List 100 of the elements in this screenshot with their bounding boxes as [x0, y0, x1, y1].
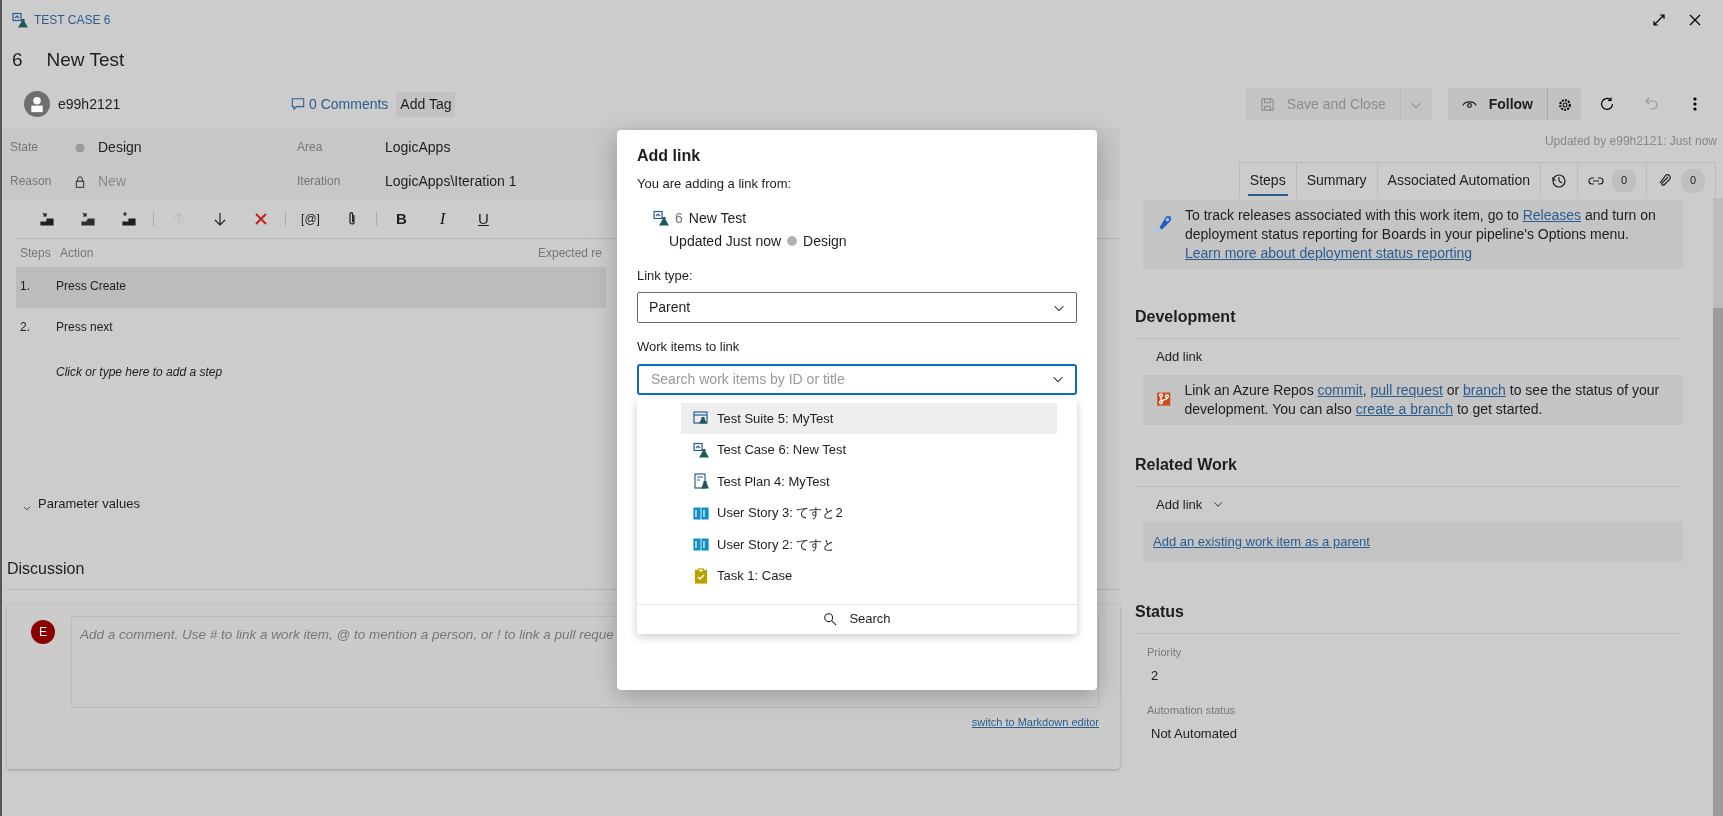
attachment-icon	[1657, 172, 1673, 189]
test-suite-icon	[693, 410, 709, 427]
column-header: Expected re	[538, 245, 603, 262]
tab[interactable]: 0	[1578, 162, 1647, 198]
follow-button[interactable]: Follow	[1447, 88, 1547, 120]
work-item-id: 6	[675, 208, 683, 228]
banner-text: To track releases associated with this work item, go to Releases and turn on deployment status reporting for Boards in your pipeline's Options menu.	[1185, 206, 1657, 244]
search-result-item[interactable]: Test Suite 5: MyTest	[681, 402, 1057, 434]
field-value[interactable]: Design	[98, 136, 297, 158]
add-link-button[interactable]: Add link	[1135, 339, 1203, 375]
tab[interactable]: Steps	[1238, 162, 1297, 198]
add-parent-link[interactable]: Add an existing work item as a parent	[1153, 534, 1370, 549]
insert-shared-steps-icon	[79, 211, 96, 227]
refresh-icon	[1599, 96, 1615, 112]
banner-text: Link an Azure Repos commit, pull request or branch to see the status of your development. You can also create a branch to get started.	[1184, 380, 1661, 419]
search-result-item[interactable]: Test Plan 4: MyTest	[681, 465, 1057, 497]
book-icon	[693, 536, 709, 553]
scrollbar-thumb[interactable]	[1713, 308, 1723, 816]
count-badge: 0	[1612, 168, 1636, 193]
inline-link[interactable]: create a branch	[1355, 400, 1453, 417]
tab[interactable]: Associated Automation	[1377, 162, 1541, 198]
avatar-icon	[24, 91, 50, 117]
learn-more-link[interactable]: Learn more about deployment status reporting	[1185, 245, 1473, 261]
book-icon	[693, 504, 709, 521]
step-row[interactable]: 1. Press Create	[16, 267, 606, 308]
link-type-dropdown[interactable]: Parent	[637, 292, 1077, 323]
section-title: Related Work	[1135, 442, 1683, 487]
toolbar-button[interactable]: U	[463, 205, 504, 233]
comments-link[interactable]: 0 Comments	[309, 93, 389, 115]
updated-text: Updated Just now	[669, 231, 782, 251]
test-plan-icon	[693, 473, 709, 490]
tab[interactable]: Summary	[1296, 162, 1378, 198]
field-label: Link type:	[637, 266, 694, 285]
add-tag-button[interactable]: Add Tag	[396, 91, 456, 117]
test-case-icon	[12, 12, 28, 28]
work-item-combobox[interactable]: Search work items by ID or title	[637, 363, 1077, 395]
field-label: Iteration	[297, 173, 342, 190]
close-icon	[1687, 12, 1703, 28]
test-case-icon	[653, 210, 669, 226]
search-result-item[interactable]: Test Case 6: New Test	[681, 434, 1057, 466]
field-label: Reason	[10, 173, 53, 190]
step-row[interactable]: 2. Press next	[16, 308, 606, 349]
work-item-type: TEST CASE 6	[34, 12, 111, 29]
inline-link[interactable]: commit	[1317, 381, 1363, 398]
settings-icon	[1557, 97, 1572, 112]
search-icon	[823, 612, 838, 626]
section-toggle[interactable]: Parameter values	[38, 493, 140, 513]
work-item-title: New Test	[688, 208, 747, 228]
inline-link[interactable]: branch	[1463, 381, 1506, 398]
search-result-item[interactable]: User Story 2: てすと	[681, 528, 1057, 560]
column-header: Steps	[20, 245, 52, 262]
dialog-subtitle: You are adding a link from:	[637, 175, 793, 193]
field-label: Work items to link	[637, 338, 741, 356]
field-label: State	[10, 139, 40, 156]
clipboard-icon	[693, 567, 709, 584]
step-number: 1.	[19, 278, 31, 295]
work-item-title[interactable]: New Test	[46, 45, 125, 75]
section-title: Discussion	[7, 560, 85, 577]
toolbar-button[interactable]: [@]	[290, 205, 331, 233]
count-badge: 0	[1681, 168, 1705, 193]
dialog-title: Add link	[637, 146, 702, 166]
save-icon	[1259, 96, 1275, 112]
field-value[interactable]: Not Automated	[1151, 726, 1237, 741]
delete-icon	[252, 211, 269, 227]
assigned-user[interactable]: e99h2121	[58, 93, 243, 115]
comment-icon	[291, 97, 305, 111]
undo-icon	[1643, 96, 1659, 112]
insert-step-icon	[38, 211, 55, 227]
field-value: New	[98, 171, 127, 191]
toolbar-button[interactable]: B	[381, 205, 422, 233]
step-action[interactable]: Press Create	[56, 277, 127, 295]
search-result-item[interactable]: Task 1: Case	[681, 560, 1057, 592]
create-shared-steps-icon	[120, 211, 137, 227]
scrollbar[interactable]	[1713, 198, 1723, 816]
state-dot-icon	[74, 141, 86, 154]
test-case-icon	[693, 441, 709, 458]
step-action[interactable]: Press next	[56, 318, 113, 336]
user-avatar: E	[31, 620, 55, 644]
state-text: Design	[803, 231, 847, 251]
section-title: Status	[1135, 589, 1683, 634]
tab[interactable]: 0	[1647, 162, 1716, 198]
markdown-editor-link[interactable]: switch to Markdown editor	[971, 716, 1099, 728]
inline-link[interactable]: Releases	[1522, 207, 1582, 223]
work-item-id: 6	[12, 47, 23, 72]
inline-link[interactable]: pull request	[1370, 381, 1443, 398]
search-result-item[interactable]: User Story 3: てすと2	[681, 497, 1057, 529]
add-link-button[interactable]: Add link	[1135, 486, 1225, 522]
step-number: 2.	[19, 319, 31, 336]
column-header: Action	[60, 245, 95, 262]
lock-icon	[74, 175, 86, 188]
settings-button[interactable]	[1547, 88, 1581, 120]
add-step-hint[interactable]: Click or type here to add a step	[56, 365, 223, 379]
toolbar-button[interactable]: I	[422, 205, 463, 233]
expand-icon	[1651, 12, 1667, 28]
field-label: Area	[297, 139, 324, 156]
tab[interactable]	[1541, 162, 1578, 198]
field-label: Automation status	[1147, 703, 1236, 716]
section-title: Development	[1135, 295, 1683, 339]
field-label: Priority	[1147, 645, 1182, 658]
field-value[interactable]: 2	[1151, 668, 1159, 683]
